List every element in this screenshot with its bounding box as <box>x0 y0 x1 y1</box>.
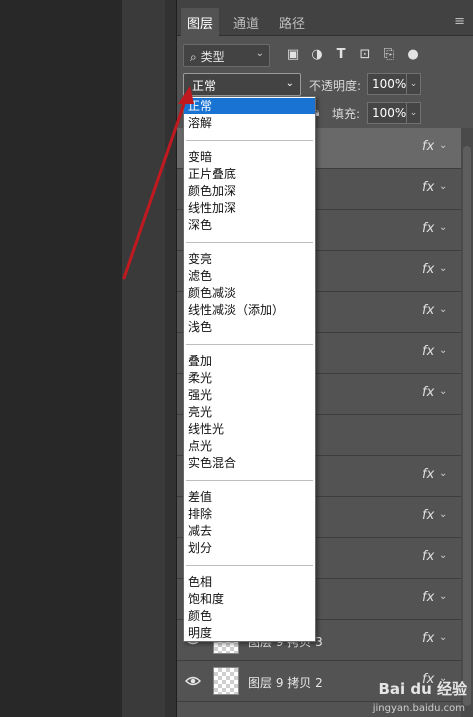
chevron-down-icon[interactable]: ⌄ <box>439 345 447 356</box>
blend-mode-option[interactable]: 线性减淡（添加） <box>184 302 315 318</box>
chevron-down-icon: ⌄ <box>285 78 294 89</box>
chevron-down-icon[interactable]: ⌄ <box>439 222 447 233</box>
opacity-slider-button[interactable]: ⌄ <box>407 73 421 95</box>
left-dark-area <box>0 0 122 717</box>
scrollbar-thumb[interactable] <box>463 146 471 706</box>
fx-icon[interactable]: fx <box>422 139 434 154</box>
fx-icon[interactable]: fx <box>422 344 434 359</box>
chevron-down-icon[interactable]: ⌄ <box>439 140 447 151</box>
smart-object-filter-icon[interactable]: ⎘ <box>381 47 397 63</box>
blend-mode-option[interactable]: 浅色 <box>184 319 315 335</box>
dropdown-separator <box>186 480 313 481</box>
blend-mode-option[interactable]: 实色混合 <box>184 455 315 471</box>
chevron-down-icon[interactable]: ⌄ <box>439 386 447 397</box>
layer-thumbnail[interactable] <box>213 667 239 695</box>
blend-row: 正常 ⌄ 不透明度: 100% ⌄ <box>183 73 467 97</box>
chevron-down-icon[interactable]: ⌄ <box>439 263 447 274</box>
layer-name[interactable]: 图层 9 拷贝 2 <box>248 674 323 691</box>
fill-label: 填充: <box>332 107 361 121</box>
fx-icon[interactable]: fx <box>422 221 434 236</box>
blend-mode-option[interactable]: 线性加深 <box>184 200 315 216</box>
blend-mode-option[interactable]: 减去 <box>184 523 315 539</box>
blend-mode-option[interactable]: 叠加 <box>184 353 315 369</box>
fx-icon[interactable]: fx <box>422 631 434 646</box>
blend-mode-option[interactable]: 颜色 <box>184 608 315 624</box>
eye-icon[interactable] <box>185 674 201 688</box>
panel-gutter <box>165 0 177 717</box>
pixel-filter-icon[interactable]: ▣ <box>285 47 301 63</box>
dropdown-separator <box>186 565 313 566</box>
filter-kind-label: 类型 <box>200 50 225 64</box>
chevron-down-icon[interactable]: ⌄ <box>439 468 447 479</box>
fx-icon[interactable]: fx <box>422 467 434 482</box>
blend-mode-dropdown: 正常 溶解变暗 正片叠底 颜色加深 线性加深 深色变亮 滤色 颜色减淡 线性减淡（添加） 浅色叠加… <box>183 96 316 642</box>
fx-icon[interactable]: fx <box>422 180 434 195</box>
fx-icon[interactable]: fx <box>422 590 434 605</box>
search-icon: ⌕ <box>190 50 197 64</box>
blend-mode-option[interactable]: 颜色减淡 <box>184 285 315 301</box>
blend-mode-option[interactable]: 颜色加深 <box>184 183 315 199</box>
blend-mode-option[interactable]: 饱和度 <box>184 591 315 607</box>
opacity-input[interactable]: 100% <box>367 73 407 95</box>
blend-mode-option[interactable]: 滤色 <box>184 268 315 284</box>
chevron-down-icon[interactable]: ⌄ <box>439 509 447 520</box>
blend-mode-option[interactable]: 柔光 <box>184 370 315 386</box>
type-filter-icon[interactable]: T <box>333 47 349 63</box>
filter-kind-select[interactable]: ⌕ 类型 ⌄ <box>183 44 270 67</box>
blend-mode-option[interactable]: 变暗 <box>184 149 315 165</box>
panel-tabs: 图层 通道 路径 ≡ <box>177 0 473 36</box>
blend-mode-option[interactable]: 亮光 <box>184 404 315 420</box>
chevron-down-icon[interactable]: ⌄ <box>439 591 447 602</box>
chevron-down-icon[interactable]: ⌄ <box>439 304 447 315</box>
fx-icon[interactable]: fx <box>422 508 434 523</box>
chevron-down-icon[interactable]: ⌄ <box>439 181 447 192</box>
dropdown-separator <box>186 344 313 345</box>
tab-paths[interactable]: 路径 <box>273 10 311 34</box>
blend-mode-option[interactable]: 线性光 <box>184 421 315 437</box>
document-canvas-edge <box>122 0 165 717</box>
shape-filter-icon[interactable]: ⊡ <box>357 47 373 63</box>
baidu-watermark-url: jingyan.baidu.com <box>372 703 465 714</box>
blend-mode-select[interactable]: 正常 ⌄ <box>183 73 301 96</box>
blend-mode-option[interactable]: 明度 <box>184 625 315 641</box>
blend-mode-value: 正常 <box>192 79 217 93</box>
blend-mode-option[interactable]: 正片叠底 <box>184 166 315 182</box>
fill-slider-button[interactable]: ⌄ <box>407 102 421 124</box>
panel-menu-icon[interactable]: ≡ <box>454 14 465 29</box>
chevron-down-icon[interactable]: ⌄ <box>439 632 447 643</box>
blend-mode-option[interactable]: 强光 <box>184 387 315 403</box>
tab-layers[interactable]: 图层 <box>181 8 220 36</box>
blend-mode-option[interactable]: 深色 <box>184 217 315 233</box>
fx-icon[interactable]: fx <box>422 385 434 400</box>
layer-scrollbar[interactable] <box>461 128 473 717</box>
adjustment-filter-icon[interactable]: ◑ <box>309 47 325 63</box>
baidu-watermark: Bai du 经验 <box>378 680 467 698</box>
chevron-down-icon: ⌄ <box>255 48 264 59</box>
blend-mode-option[interactable]: 划分 <box>184 540 315 556</box>
filter-toggle-icon[interactable]: ● <box>405 47 421 63</box>
tab-channels[interactable]: 通道 <box>227 10 265 34</box>
dropdown-separator <box>186 140 313 141</box>
dropdown-separator <box>186 242 313 243</box>
fx-icon[interactable]: fx <box>422 262 434 277</box>
blend-mode-option[interactable]: 色相 <box>184 574 315 590</box>
opacity-label: 不透明度: <box>309 79 362 93</box>
fill-input[interactable]: 100% <box>367 102 407 124</box>
layer-filter-row: ⌕ 类型 ⌄ ▣ ◑ T ⊡ ⎘ ● <box>183 44 467 68</box>
blend-mode-option[interactable]: 正常 <box>184 98 315 114</box>
blend-mode-option[interactable]: 点光 <box>184 438 315 454</box>
fx-icon[interactable]: fx <box>422 303 434 318</box>
chevron-down-icon[interactable]: ⌄ <box>439 550 447 561</box>
fx-icon[interactable]: fx <box>422 549 434 564</box>
blend-mode-option[interactable]: 差值 <box>184 489 315 505</box>
blend-mode-option[interactable]: 溶解 <box>184 115 315 131</box>
blend-mode-option[interactable]: 排除 <box>184 506 315 522</box>
blend-mode-option[interactable]: 变亮 <box>184 251 315 267</box>
